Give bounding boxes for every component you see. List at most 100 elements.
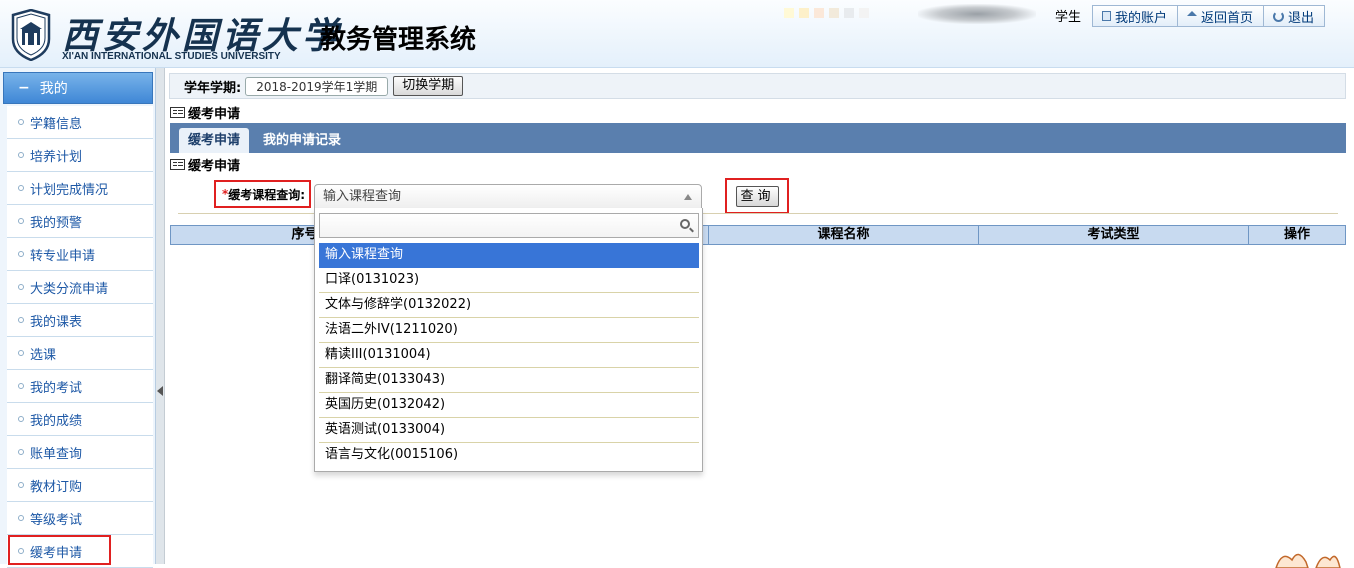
sidebar-item[interactable]: 选课 xyxy=(7,337,153,370)
header: 西安外国语大学 XI'AN INTERNATIONAL STUDIES UNIV… xyxy=(0,0,1354,68)
sidebar-collapse-bar[interactable] xyxy=(156,68,165,564)
logout-link[interactable]: 退出 xyxy=(1264,6,1325,26)
sub-title-text: 缓考申请 xyxy=(188,159,241,174)
dropdown-options: 输入课程查询 口译(0131023) 文体与修辞学(0132022) 法语二外I… xyxy=(319,243,699,468)
bullet-icon xyxy=(18,350,24,356)
theme-swatch[interactable] xyxy=(829,8,839,18)
bullet-icon xyxy=(18,449,24,455)
bullet-icon xyxy=(18,317,24,323)
bullet-icon xyxy=(18,119,24,125)
form-icon xyxy=(170,107,185,118)
theme-swatch[interactable] xyxy=(784,8,794,18)
bullet-icon xyxy=(18,185,24,191)
sidebar-item[interactable]: 大类分流申请 xyxy=(7,271,153,304)
sidebar-item-label: 我的成绩 xyxy=(30,413,83,429)
tab-deferral-apply[interactable]: 缓考申请 xyxy=(179,128,250,153)
dropdown-search-input[interactable] xyxy=(319,213,699,238)
sidebar-item[interactable]: 等级考试 xyxy=(7,502,153,535)
home-link[interactable]: 返回首页 xyxy=(1178,6,1265,26)
dropdown-option[interactable]: 英语测试(0133004) xyxy=(319,418,699,443)
switch-term-button[interactable]: 切换学期 xyxy=(393,76,464,96)
sidebar-item-label: 等级考试 xyxy=(30,512,83,528)
section-title-text: 缓考申请 xyxy=(188,107,241,122)
dropdown-option[interactable]: 语言与文化(0015106) xyxy=(319,443,699,468)
term-label: 学年学期: xyxy=(184,80,242,96)
bullet-icon xyxy=(18,251,24,257)
sidebar-item[interactable]: 我的课表 xyxy=(7,304,153,337)
bullet-icon xyxy=(18,416,24,422)
user-role: 学生 xyxy=(1055,10,1082,25)
course-select[interactable]: 输入课程查询 xyxy=(314,184,702,210)
sidebar-item-label: 转专业申请 xyxy=(30,248,96,264)
dropdown-option-selected[interactable]: 输入课程查询 xyxy=(319,243,699,268)
dropdown-option[interactable]: 法语二外IV(1211020) xyxy=(319,318,699,343)
sidebar-item[interactable]: 账单查询 xyxy=(7,436,153,469)
highlight-box xyxy=(8,535,111,565)
theme-swatch[interactable] xyxy=(799,8,809,18)
dropdown-option[interactable]: 英国历史(0132042) xyxy=(319,393,699,418)
sidebar-item-label: 大类分流申请 xyxy=(30,281,109,297)
course-select-value: 输入课程查询 xyxy=(323,189,402,204)
sidebar-item[interactable]: 转专业申请 xyxy=(7,238,153,271)
sidebar-item[interactable]: 我的成绩 xyxy=(7,403,153,436)
redacted-user-name xyxy=(918,4,1036,24)
term-value: 2018-2019学年1学期 xyxy=(245,76,389,96)
th-exam-type: 考试类型 xyxy=(979,226,1249,244)
search-icon xyxy=(680,219,690,229)
course-query-label-text: 缓考课程查询: xyxy=(228,187,306,202)
sidebar-group-header[interactable]: − 我的 xyxy=(3,72,153,104)
sidebar-item-label: 账单查询 xyxy=(30,446,83,462)
sidebar-item[interactable]: 学籍信息 xyxy=(7,106,153,139)
select-arrow-icon xyxy=(684,194,692,200)
form-icon xyxy=(170,159,185,170)
sidebar-item[interactable]: 教材订购 xyxy=(7,469,153,502)
bullet-icon xyxy=(18,482,24,488)
theme-swatch[interactable] xyxy=(814,8,824,18)
bullet-icon xyxy=(18,383,24,389)
university-seal-logo xyxy=(11,9,51,61)
sub-title: 缓考申请 xyxy=(170,155,240,174)
theme-swatches[interactable] xyxy=(784,8,869,18)
sidebar-item-active[interactable]: 缓考申请 xyxy=(7,535,153,568)
sidebar-item-label: 选课 xyxy=(30,347,57,363)
sidebar-item[interactable]: 我的考试 xyxy=(7,370,153,403)
sidebar-item[interactable]: 培养计划 xyxy=(7,139,153,172)
bullet-icon xyxy=(18,284,24,290)
account-doc-icon xyxy=(1102,11,1111,21)
dropdown-option[interactable]: 精读III(0131004) xyxy=(319,343,699,368)
course-query-label: * 缓考课程查询: xyxy=(214,180,311,208)
system-title: 教务管理系统 xyxy=(320,25,477,55)
sidebar-item-label: 教材订购 xyxy=(30,479,83,495)
dropdown-option[interactable]: 文体与修辞学(0132022) xyxy=(319,293,699,318)
sidebar-item-label: 培养计划 xyxy=(30,149,83,165)
query-button[interactable]: 查询 xyxy=(736,186,779,207)
sidebar-item-label: 我的考试 xyxy=(30,380,83,396)
query-button-highlight: 查询 xyxy=(725,178,789,214)
dropdown-option[interactable]: 翻译简史(0133043) xyxy=(319,368,699,393)
dropdown-option[interactable]: 口译(0131023) xyxy=(319,268,699,293)
th-action: 操作 xyxy=(1283,227,1310,242)
my-account-label: 我的账户 xyxy=(1115,10,1168,26)
course-dropdown: 输入课程查询 口译(0131023) 文体与修辞学(0132022) 法语二外I… xyxy=(314,208,703,472)
sidebar-item-label: 我的预警 xyxy=(30,215,83,231)
term-bar: 学年学期: 2018-2019学年1学期 切换学期 xyxy=(169,73,1346,99)
my-account-link[interactable]: 我的账户 xyxy=(1093,6,1179,26)
sidebar-group-label: 我的 xyxy=(39,81,68,97)
theme-swatch[interactable] xyxy=(859,8,869,18)
sidebar-item[interactable]: 计划完成情况 xyxy=(7,172,153,205)
bullet-icon xyxy=(18,515,24,521)
mascot-decoration xyxy=(1275,553,1341,568)
bullet-icon xyxy=(18,152,24,158)
top-links: 我的账户 返回首页 退出 xyxy=(1092,5,1326,27)
sidebar-item[interactable]: 我的预警 xyxy=(7,205,153,238)
collapse-minus-icon: − xyxy=(18,80,30,96)
home-icon xyxy=(1187,10,1198,16)
sidebar-item-label: 我的课表 xyxy=(30,314,83,330)
theme-swatch[interactable] xyxy=(844,8,854,18)
section-title: 缓考申请 xyxy=(170,103,240,122)
tab-my-records[interactable]: 我的申请记录 xyxy=(254,128,350,153)
sidebar: − 我的 学籍信息 培养计划 计划完成情况 我的预警 转专业申请 大类分流申请 … xyxy=(0,68,156,568)
th-course-name: 课程名称 xyxy=(709,226,979,244)
logout-label: 退出 xyxy=(1288,10,1315,26)
bullet-icon xyxy=(18,218,24,224)
